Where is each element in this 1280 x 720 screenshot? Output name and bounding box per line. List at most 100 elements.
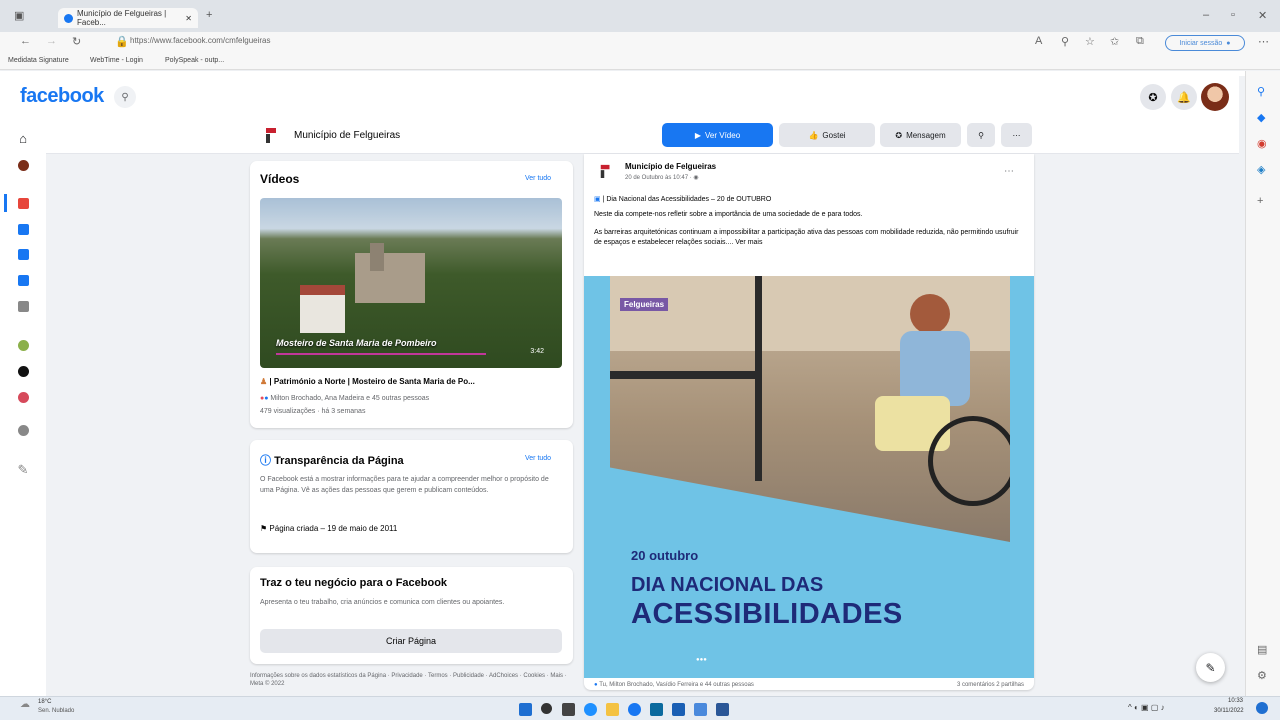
more-menu-icon[interactable]: ⋯: [1258, 35, 1269, 48]
file-explorer-icon[interactable]: [606, 703, 619, 716]
weather-desc: Sen. Nublado: [38, 708, 75, 714]
video-views: 479 visualizações · há 3 semanas: [260, 408, 366, 415]
group-shortcut-icon[interactable]: [14, 336, 32, 354]
transparency-see-all-link[interactable]: Ver tudo: [525, 455, 551, 462]
clock-time[interactable]: 10:33: [1228, 698, 1243, 704]
clock-date[interactable]: 30/11/2022: [1214, 708, 1244, 714]
apps-grid-icon[interactable]: [14, 297, 32, 315]
video-title[interactable]: ♟ | Património a Norte | Mosteiro de San…: [260, 377, 475, 386]
groups-icon[interactable]: [14, 271, 32, 289]
page-search-button[interactable]: ⚲: [967, 123, 995, 147]
system-tray-icon[interactable]: ^ ◐ ▣ ▢ ♪: [1128, 703, 1165, 712]
post-more-icon[interactable]: ⋯: [1004, 166, 1014, 177]
more-options-button[interactable]: ⋯: [1001, 123, 1032, 147]
see-more-icon[interactable]: [14, 421, 32, 439]
videos-card: Vídeos Ver tudo Mosteiro de Santa Maria …: [250, 161, 573, 428]
post-reactions[interactable]: ● Tu, Milton Brochado, Vasídio Ferreira …: [594, 682, 754, 688]
message-button[interactable]: ✪ Mensagem: [880, 123, 961, 147]
monastery-tower: [370, 243, 384, 271]
app-icon[interactable]: [716, 703, 729, 716]
search-taskbar-icon[interactable]: [541, 703, 552, 714]
message-label: Mensagem: [906, 130, 946, 140]
footer-links[interactable]: Informações sobre os dados estatísticos …: [250, 672, 573, 688]
mail-icon[interactable]: [672, 703, 685, 716]
like-button[interactable]: 👍 Gostei: [779, 123, 875, 147]
favorites-bar: Medidata Signature WebTime - Login PolyS…: [0, 54, 1280, 70]
search-icon[interactable]: ⚲: [114, 86, 136, 108]
facebook-header: facebook ⚲ ✪ 🔔: [0, 71, 1245, 121]
post-time[interactable]: 20 de Outubro às 10:47 · ◉: [625, 174, 699, 181]
business-body: Apresenta o teu trabalho, cria anúncios …: [260, 599, 505, 606]
back-icon[interactable]: ←: [20, 35, 31, 47]
favorites-icon[interactable]: ✩: [1110, 35, 1119, 48]
page-created: ⚑ Página criada – 19 de maio de 2011: [260, 524, 397, 533]
collections-icon[interactable]: ⧉: [1136, 35, 1144, 48]
video-reactions[interactable]: ●● Milton Brochado, Ana Madeira e 45 out…: [260, 393, 429, 404]
profile-avatar-icon[interactable]: [14, 156, 32, 174]
home-icon[interactable]: ⌂: [14, 129, 32, 147]
browser-tab[interactable]: Município de Felgueiras | Faceb... ✕: [58, 8, 198, 28]
maximize-icon[interactable]: ▫: [1231, 9, 1235, 21]
notification-center-icon[interactable]: [1256, 702, 1268, 714]
translate-icon[interactable]: ⚲: [1061, 35, 1069, 48]
teams-icon[interactable]: [694, 703, 707, 716]
tab-actions-icon[interactable]: ▣: [14, 9, 24, 22]
scrollbar[interactable]: [1239, 76, 1245, 696]
edit-shortcuts-icon[interactable]: ✎: [14, 461, 32, 479]
pages-flag-icon[interactable]: [14, 194, 32, 212]
new-tab-icon[interactable]: +: [206, 9, 212, 21]
chrome-like-icon[interactable]: [628, 703, 641, 716]
handrail: [610, 371, 760, 379]
edge-icon[interactable]: [584, 703, 597, 716]
watch-video-button[interactable]: ▶ Ver Vídeo: [662, 123, 773, 147]
avatar[interactable]: [1201, 83, 1229, 111]
signin-button[interactable]: Iniciar sessão ●: [1165, 35, 1245, 51]
sidebar-settings-icon[interactable]: ⚙: [1257, 669, 1267, 682]
page-header-bar: Município de Felgueiras ▶ Ver Vídeo 👍 Gost…: [46, 121, 1245, 154]
close-window-icon[interactable]: ✕: [1258, 9, 1267, 22]
compose-icon: ✎: [1205, 660, 1216, 675]
refresh-icon[interactable]: ↻: [72, 35, 81, 48]
new-message-button[interactable]: ✎: [1196, 653, 1225, 682]
thumbnail-caption: Mosteiro de Santa Maria de Pombeiro: [276, 338, 437, 348]
store-icon[interactable]: [650, 703, 663, 716]
transparency-title-text: Transparência da Página: [274, 455, 404, 467]
outlook-icon[interactable]: ◈: [1257, 163, 1265, 176]
post-author[interactable]: Município de Felgueiras: [625, 162, 716, 171]
start-icon[interactable]: [519, 703, 532, 716]
task-view-icon[interactable]: [562, 703, 575, 716]
favorite-item[interactable]: Medidata Signature: [8, 57, 69, 64]
notifications-icon[interactable]: 🔔: [1171, 84, 1197, 110]
read-aloud-icon[interactable]: A: [1035, 35, 1042, 47]
taskbar: ☁ 18°C Sen. Nublado ^ ◐ ▣ ▢ ♪ 10:33 30/1…: [0, 696, 1280, 720]
browser-sidebar: ⚲ ◆ ◉ ◈ + ▤ ⚙: [1245, 71, 1280, 696]
facebook-logo[interactable]: facebook: [20, 85, 104, 108]
marketplace-icon[interactable]: [14, 245, 32, 263]
favorite-item[interactable]: WebTime - Login: [90, 57, 143, 64]
video-thumbnail[interactable]: Mosteiro de Santa Maria de Pombeiro 3:42: [260, 198, 562, 368]
sidebar-layout-icon[interactable]: ▤: [1257, 643, 1267, 656]
url-field[interactable]: https://www.facebook.com/cmfelgueiras: [130, 36, 271, 45]
weather-temp[interactable]: 18°C: [38, 699, 51, 705]
minimize-icon[interactable]: –: [1203, 9, 1209, 21]
post-line-2: Neste dia compete-nos refletir sobre a i…: [594, 211, 863, 218]
favorite-item[interactable]: PolySpeak - outp...: [165, 57, 224, 64]
watch-icon[interactable]: [14, 220, 32, 238]
group-shortcut-icon[interactable]: [14, 362, 32, 380]
search-sidebar-icon[interactable]: ⚲: [1257, 85, 1265, 98]
group-shortcut-icon[interactable]: [14, 388, 32, 406]
add-sidebar-icon[interactable]: +: [1257, 195, 1263, 207]
post-stats[interactable]: 3 comentários 2 partilhas: [957, 682, 1024, 688]
close-tab-icon[interactable]: ✕: [185, 14, 192, 23]
videos-see-all-link[interactable]: Ver tudo: [525, 175, 551, 182]
messenger-icon[interactable]: ✪: [1140, 84, 1166, 110]
favorite-icon[interactable]: ☆: [1085, 35, 1095, 48]
post-image[interactable]: Felgueiras 20 outubro DIA NACIONAL DAS A…: [584, 276, 1034, 678]
create-page-button[interactable]: Criar Página: [260, 629, 562, 653]
page-title: Município de Felgueiras: [294, 130, 401, 141]
shopping-icon[interactable]: ◆: [1257, 111, 1265, 124]
forward-icon[interactable]: →: [46, 35, 57, 47]
office-icon[interactable]: ◉: [1257, 137, 1267, 150]
post-line-1-text: | Dia Nacional das Acessibilidades – 20 …: [602, 196, 772, 203]
signin-label: Iniciar sessão: [1179, 39, 1223, 47]
